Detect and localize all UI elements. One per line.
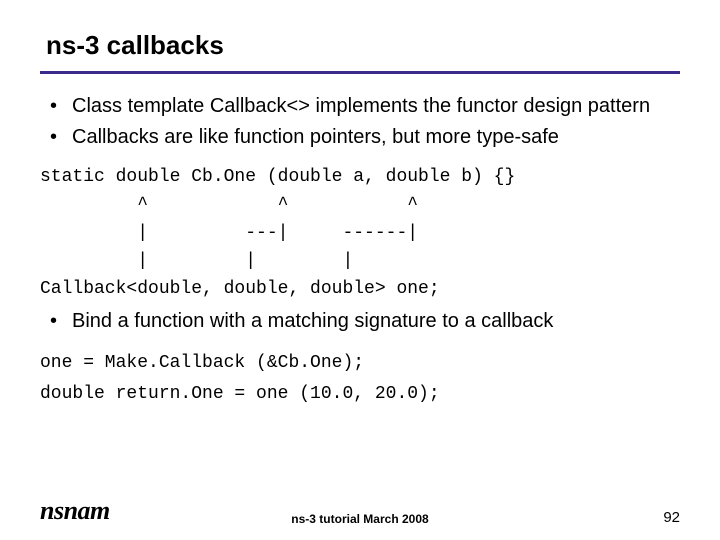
bullet-item: Callbacks are like function pointers, bu…	[50, 125, 670, 150]
bullet-list-1: Class template Callback<> implements the…	[50, 94, 670, 150]
footer-caption: ns-3 tutorial March 2008	[0, 512, 720, 526]
code-block-1: static double Cb.One (double a, double b…	[40, 164, 680, 303]
code-block-2: one = Make.Callback (&Cb.One); double re…	[40, 348, 680, 409]
title-rule	[40, 71, 680, 74]
bullet-list-2: Bind a function with a matching signatur…	[50, 309, 670, 334]
bullet-item: Class template Callback<> implements the…	[50, 94, 670, 119]
footer: nsnam ns-3 tutorial March 2008 92	[0, 496, 720, 526]
bullet-item: Bind a function with a matching signatur…	[50, 309, 670, 334]
slide-title: ns-3 callbacks	[46, 30, 680, 61]
